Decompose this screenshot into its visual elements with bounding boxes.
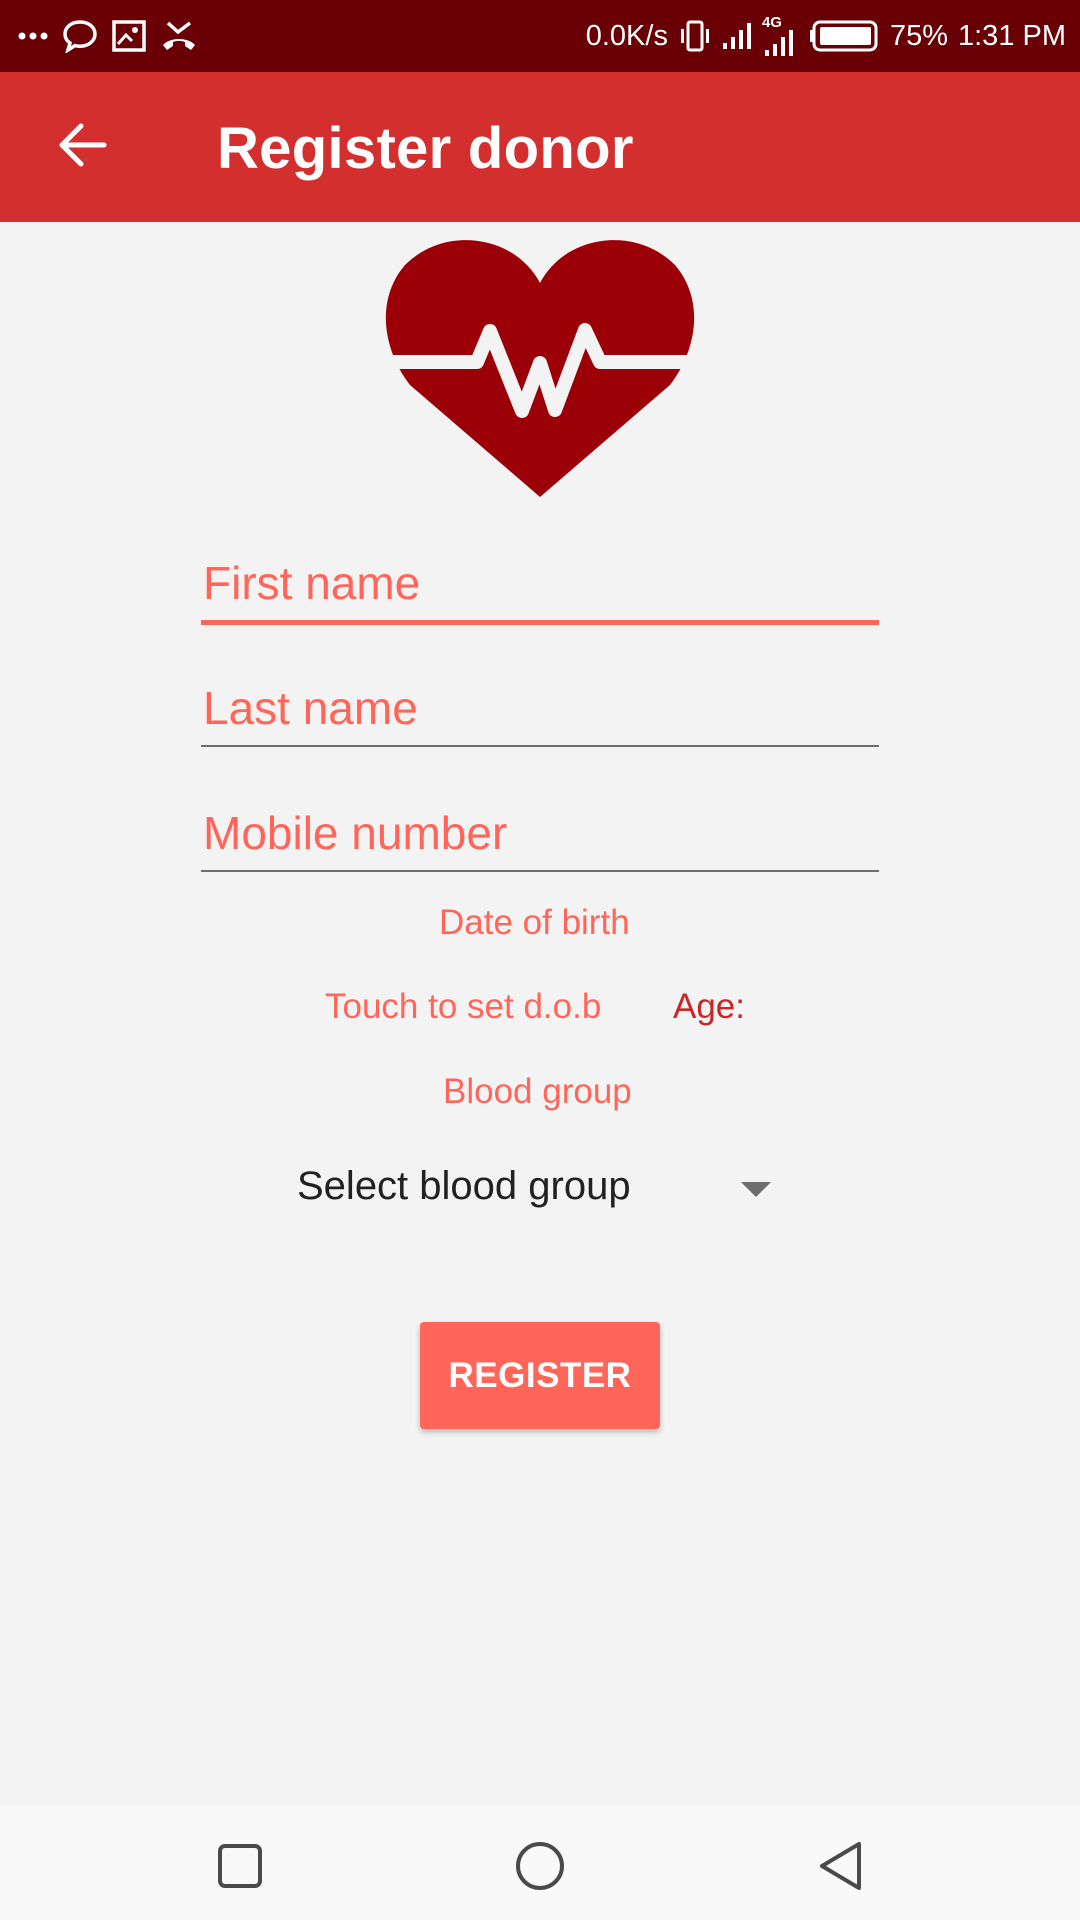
first-name-underline <box>201 620 879 625</box>
recents-button[interactable] <box>205 1833 275 1903</box>
age-label: Age: <box>673 987 745 1026</box>
blood-group-dropdown[interactable]: Select blood group <box>297 1158 777 1220</box>
screenshot-icon <box>112 20 146 52</box>
first-name-field[interactable]: First name <box>201 556 879 626</box>
battery-percent: 75% <box>889 19 948 52</box>
mobile-number-placeholder: Mobile number <box>203 807 508 859</box>
last-name-underline <box>201 745 879 747</box>
back-triangle-icon <box>817 1840 865 1897</box>
net-speed: 0.0K/s <box>585 19 668 52</box>
chat-bubble-icon <box>62 19 98 53</box>
signal-4g-icon: 4G <box>762 14 800 58</box>
home-button[interactable] <box>505 1833 575 1903</box>
blood-group-label: Blood group <box>443 1072 632 1111</box>
register-button[interactable]: REGISTER <box>420 1322 660 1429</box>
last-name-placeholder: Last name <box>203 682 418 734</box>
battery-icon <box>809 19 880 53</box>
last-name-field[interactable]: Last name <box>201 681 879 747</box>
page-title: Register donor <box>217 116 634 181</box>
system-back-button[interactable] <box>806 1833 876 1903</box>
navigation-bar <box>0 1805 1080 1920</box>
back-button[interactable] <box>40 105 124 189</box>
clock: 1:31 PM <box>958 19 1066 52</box>
recents-square-icon <box>217 1843 263 1894</box>
more-dots-icon <box>18 31 48 41</box>
home-circle-icon <box>515 1841 565 1896</box>
blood-group-selected: Select blood group <box>297 1164 631 1208</box>
status-notifications <box>18 14 198 58</box>
signal-icon <box>722 21 752 51</box>
heart-pulse-icon <box>378 235 702 510</box>
vibrate-icon <box>678 19 712 53</box>
first-name-placeholder: First name <box>203 557 421 609</box>
dob-label: Date of birth <box>439 903 630 942</box>
mobile-number-field[interactable]: Mobile number <box>201 806 879 872</box>
app-bar: Register donor <box>0 72 1080 222</box>
missed-call-icon <box>160 19 198 53</box>
status-bar: 0.0K/s 4G 75% 1:31 PM <box>0 0 1080 72</box>
arrow-back-icon <box>57 122 107 173</box>
mobile-number-underline <box>201 870 879 872</box>
status-system: 0.0K/s 4G 75% 1:31 PM <box>586 0 1066 72</box>
dob-picker[interactable]: Touch to set d.o.b <box>325 987 601 1027</box>
dropdown-arrow-icon <box>741 1182 771 1197</box>
